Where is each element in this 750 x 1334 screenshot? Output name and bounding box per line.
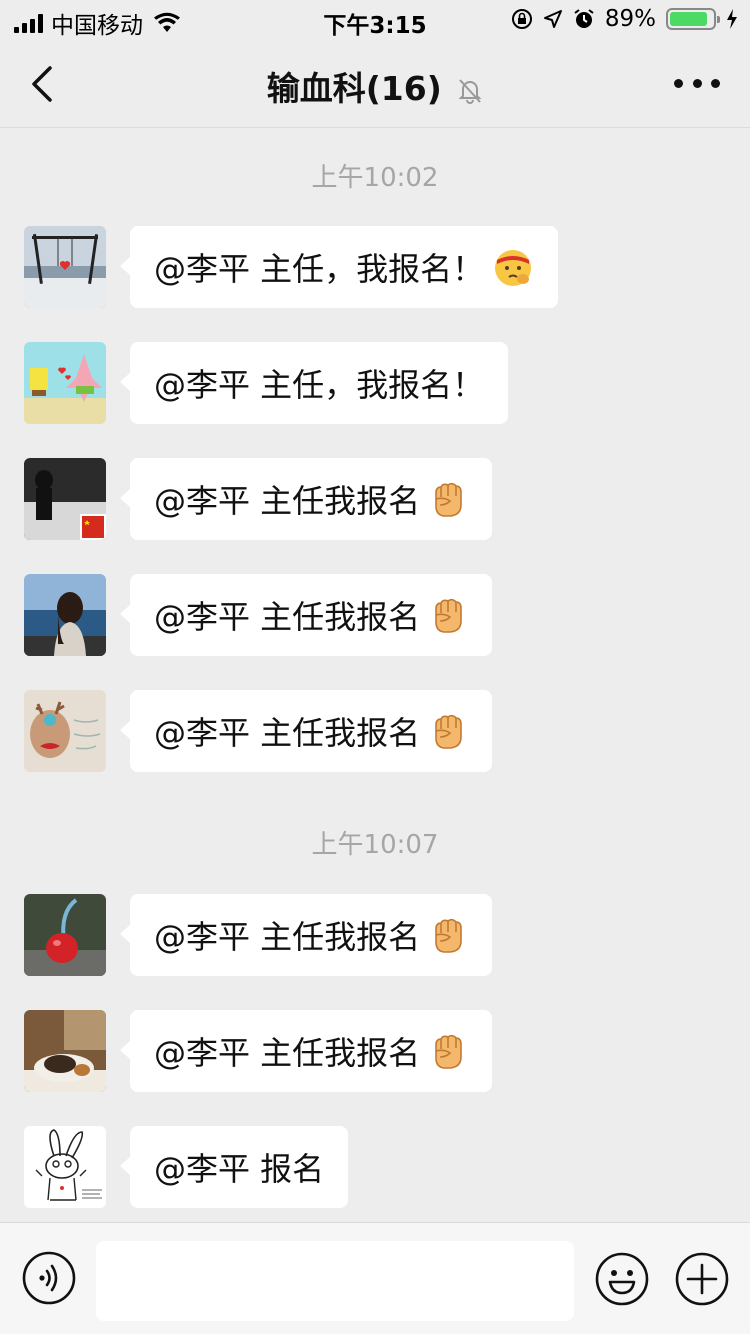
snow-figure-avatar (24, 458, 106, 540)
message-text: @李平 主任，我报名！ (154, 250, 485, 288)
location-icon (543, 10, 562, 28)
mute-bell-icon (458, 78, 482, 104)
plus-icon (675, 1252, 729, 1306)
message-text: @李平 主任我报名 (154, 714, 421, 752)
cartoon-rabbit-avatar (24, 1126, 106, 1208)
message-bubble[interactable]: @李平 主任我报名 (119, 574, 493, 656)
alarm-icon (574, 9, 594, 28)
input-bar (0, 1222, 750, 1334)
swing-beach-avatar (24, 226, 106, 308)
avatar[interactable] (24, 894, 106, 976)
message-bubble[interactable]: @李平 报名 (119, 1126, 349, 1208)
emoji-button[interactable] (594, 1251, 650, 1307)
more-button[interactable] (674, 76, 720, 90)
voice-button[interactable] (22, 1251, 76, 1305)
avatar[interactable] (24, 1126, 106, 1208)
spongebob-patrick-avatar (24, 342, 106, 424)
more-icon-dot (692, 78, 702, 88)
seaside-girl-avatar (24, 574, 106, 656)
raised-fist-icon (428, 711, 468, 751)
timestamp: 上午10:07 (311, 830, 439, 860)
message-input[interactable] (96, 1241, 574, 1321)
message-text: @李平 主任我报名 (154, 918, 421, 956)
raised-fist-icon (428, 595, 468, 635)
message-bubble[interactable]: @李平 主任，我报名！ (119, 226, 559, 308)
status-bar: 中国移动 下午3:15 89% (0, 0, 750, 40)
battery-fill (670, 12, 708, 26)
cat-avatar (24, 1010, 106, 1092)
more-functions-button[interactable] (674, 1251, 730, 1307)
cherry-sculpture-avatar (24, 894, 106, 976)
raised-fist-icon (428, 479, 468, 519)
nav-title-wrap: 输血科(16) (0, 62, 750, 110)
face-with-headband-icon (492, 246, 534, 288)
raised-fist-icon (428, 1031, 468, 1071)
more-icon-dot (711, 78, 720, 88)
message-bubble[interactable]: @李平 主任我报名 (119, 1010, 493, 1092)
message-bubble[interactable]: @李平 主任，我报名！ (119, 342, 509, 424)
deer-antler-avatar (24, 690, 106, 772)
avatar[interactable] (24, 574, 106, 656)
chat-title: 输血科(16) (266, 69, 442, 108)
message-text: @李平 主任我报名 (154, 598, 421, 636)
battery-percent: 89% (604, 6, 656, 32)
avatar[interactable] (24, 690, 106, 772)
status-right: 89% (511, 6, 738, 32)
battery-icon (666, 8, 720, 30)
message-text: @李平 主任，我报名！ (154, 366, 485, 404)
raised-fist-icon (428, 915, 468, 955)
emoji-icon (595, 1252, 649, 1306)
avatar[interactable] (24, 1010, 106, 1092)
avatar[interactable] (24, 458, 106, 540)
chat-area[interactable]: 上午10:02 @李平 主任，我报名！ @李平 主任，我报名！ @李平 主任我报… (0, 129, 750, 1222)
message-bubble[interactable]: @李平 主任我报名 (119, 894, 493, 976)
message-text: @李平 主任我报名 (154, 1034, 421, 1072)
charging-icon (727, 9, 737, 29)
orientation-lock-icon (511, 9, 532, 29)
avatar[interactable] (24, 342, 106, 424)
message-bubble[interactable]: @李平 主任我报名 (119, 690, 493, 772)
message-bubble[interactable]: @李平 主任我报名 (119, 458, 493, 540)
timestamp: 上午10:02 (311, 163, 439, 193)
message-text: @李平 报名 (154, 1150, 325, 1188)
message-text: @李平 主任我报名 (154, 482, 421, 520)
voice-icon (22, 1251, 76, 1305)
nav-bar: 输血科(16) (0, 40, 750, 128)
avatar[interactable] (24, 226, 106, 308)
more-icon-dot (674, 78, 683, 88)
